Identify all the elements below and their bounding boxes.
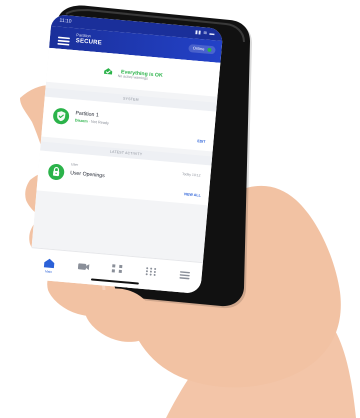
connection-badge-text: Online <box>192 45 205 52</box>
menu-icon <box>179 271 190 280</box>
automation-icon <box>111 264 123 274</box>
partition-state-detail: · Not Ready <box>88 119 110 126</box>
appbar-title: SECURE <box>75 38 103 47</box>
nav-item-camera[interactable] <box>73 259 93 279</box>
partition-edit-link[interactable]: EDIT <box>197 139 206 144</box>
partition-name: Partition 1 <box>75 110 99 119</box>
activity-view-all-link[interactable]: VIEW ALL <box>184 192 201 197</box>
house-check-icon <box>103 62 115 81</box>
lock-icon <box>52 166 60 177</box>
home-icon <box>43 258 55 269</box>
camera-icon <box>77 263 90 271</box>
phone-screen: 11:10 ▮▮ ≋ ▬ Partition SECURE Online Eve… <box>28 14 224 294</box>
nav-item-automation[interactable] <box>107 262 127 282</box>
nav-item-menu[interactable] <box>175 268 195 288</box>
activity-meta-small: User <box>70 162 79 167</box>
nav-item-main-label: Main <box>44 269 53 274</box>
activity-meta-time: Today 10:12 <box>181 171 201 178</box>
partition-state: Disarm <box>74 118 88 124</box>
scene: 11:10 ▮▮ ≋ ▬ Partition SECURE Online Eve… <box>0 0 360 418</box>
connection-dot <box>207 47 212 52</box>
partition-state-row: Disarm · Not Ready <box>75 118 109 125</box>
keypad-icon <box>145 267 157 276</box>
activity-lock-badge <box>47 163 65 181</box>
activity-title: User Openings <box>69 170 105 180</box>
shield-icon <box>57 111 66 122</box>
status-time: 11:10 <box>59 17 72 25</box>
screen-inner: 11:10 ▮▮ ≋ ▬ Partition SECURE Online Eve… <box>28 14 224 294</box>
hamburger-menu-button[interactable] <box>57 33 71 46</box>
nav-item-main[interactable]: Main <box>39 256 59 276</box>
hamburger-icon <box>57 36 70 46</box>
nav-item-keypad[interactable] <box>141 265 161 285</box>
partition-shield-badge <box>52 107 70 125</box>
connection-badge: Online <box>188 44 216 55</box>
main-content: Everything is OK No active warnings SYST… <box>31 47 221 263</box>
